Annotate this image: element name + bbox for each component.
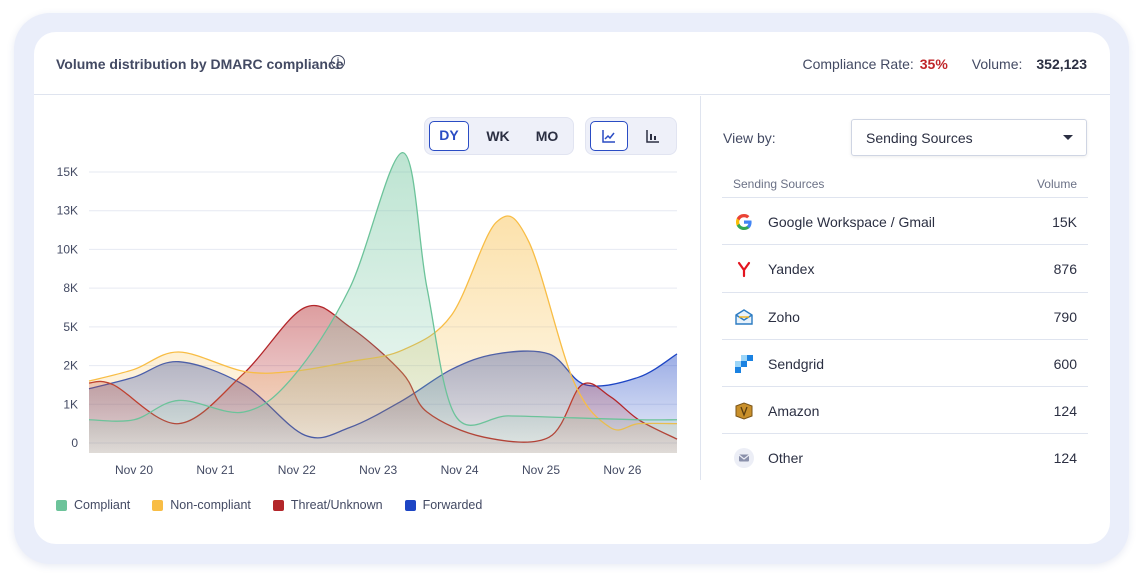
zoho-icon	[735, 308, 753, 325]
caret-down-icon	[1063, 135, 1073, 140]
source-volume: 790	[1053, 308, 1077, 325]
sendgrid-icon	[735, 354, 753, 373]
source-name: Google Workspace / Gmail	[768, 214, 936, 230]
view-by-selected: Sending Sources	[866, 130, 973, 146]
chart-legend: Compliant Non-compliant Threat/Unknown F…	[56, 498, 482, 512]
source-volume: 124	[1053, 450, 1077, 467]
period-week-button[interactable]: WK	[476, 121, 520, 151]
period-day-button[interactable]: DY	[429, 121, 469, 151]
legend-forwarded[interactable]: Forwarded	[404, 498, 483, 512]
yandex-icon	[737, 262, 751, 278]
y-tick-label: 5K	[63, 320, 78, 334]
view-by-label: View by:	[723, 130, 776, 146]
card-header: Volume distribution by DMARC compliance …	[34, 32, 1110, 95]
y-tick-label: 13K	[57, 204, 78, 218]
summary-metrics: Compliance Rate: 35% Volume: 352,123	[802, 56, 1087, 72]
view-by-dropdown[interactable]: Sending Sources	[851, 119, 1087, 156]
volume-label: Volume:	[971, 56, 1023, 72]
source-name: Sendgrid	[768, 355, 825, 372]
y-tick-label: 8K	[63, 281, 78, 295]
source-volume: 600	[1053, 355, 1077, 372]
sources-table: Sending Sources Volume Google Workspace …	[722, 172, 1088, 482]
legend-swatch-forwarded	[404, 499, 416, 511]
source-volume: 876	[1053, 261, 1077, 278]
y-tick-label: 0	[71, 436, 78, 450]
x-tick-label: Nov 22	[278, 463, 316, 477]
chart-type-toggle	[585, 117, 677, 155]
x-tick-label: Nov 20	[115, 463, 153, 477]
table-row[interactable]: Zoho 790	[722, 293, 1088, 340]
line-chart-button[interactable]	[590, 121, 628, 151]
table-row[interactable]: Google Workspace / Gmail 15K	[722, 198, 1088, 246]
y-tick-label: 10K	[57, 242, 78, 256]
legend-threat[interactable]: Threat/Unknown	[272, 498, 383, 512]
col-header-source: Sending Sources	[733, 177, 825, 191]
amazon-icon	[735, 402, 753, 420]
y-tick-label: 2K	[63, 359, 78, 373]
source-name: Yandex	[768, 261, 815, 278]
legend-label-non-compliant: Non-compliant	[170, 498, 251, 512]
legend-non-compliant[interactable]: Non-compliant	[152, 498, 251, 512]
compliance-rate-label: Compliance Rate:	[802, 56, 914, 72]
legend-label-threat: Threat/Unknown	[290, 498, 383, 512]
source-volume: 124	[1053, 403, 1077, 420]
table-row[interactable]: Amazon 124	[722, 387, 1088, 435]
volume-value: 352,123	[1036, 56, 1087, 72]
legend-label-forwarded: Forwarded	[422, 498, 483, 512]
source-name: Other	[768, 450, 804, 467]
period-month-button[interactable]: MO	[523, 121, 571, 151]
x-tick-label: Nov 23	[359, 463, 397, 477]
legend-swatch-non-compliant	[152, 499, 164, 511]
area-chart: 0 1K 2K 5K 8K 10K 13K 15K Nov 20 Nov 21 Nov 22 Nov …	[57, 152, 678, 477]
legend-compliant[interactable]: Compliant	[56, 498, 130, 512]
x-tick-label: Nov 24	[441, 463, 479, 477]
x-tick-label: Nov 21	[196, 463, 234, 477]
x-tick-label: Nov 26	[603, 463, 641, 477]
compliance-rate-value: 35%	[919, 56, 948, 72]
info-icon[interactable]: i	[331, 55, 345, 69]
bar-chart-icon	[646, 130, 659, 143]
legend-label-compliant: Compliant	[74, 498, 131, 512]
line-chart-icon	[602, 130, 615, 143]
x-tick-label: Nov 25	[522, 463, 560, 477]
y-tick-label: 15K	[57, 165, 78, 179]
y-tick-label: 1K	[63, 397, 78, 411]
table-row[interactable]: Other 124	[722, 434, 1088, 481]
envelope-icon	[734, 448, 754, 469]
table-row[interactable]: Yandex 876	[722, 245, 1088, 293]
source-name: Amazon	[768, 403, 820, 420]
period-toggle: DY WK MO	[424, 117, 574, 155]
google-icon	[736, 214, 752, 230]
source-volume: 15K	[1052, 214, 1077, 230]
card-title: Volume distribution by DMARC compliance	[56, 56, 344, 72]
table-row[interactable]: Sendgrid 600	[722, 340, 1088, 388]
bar-chart-button[interactable]	[634, 121, 672, 151]
legend-swatch-threat	[272, 499, 284, 511]
panel-divider	[700, 96, 701, 480]
source-name: Zoho	[768, 308, 800, 325]
legend-swatch-compliant	[56, 499, 67, 511]
table-header: Sending Sources Volume	[722, 172, 1088, 198]
col-header-volume: Volume	[1036, 177, 1077, 191]
dmarc-volume-card: Volume distribution by DMARC compliance …	[34, 32, 1110, 544]
